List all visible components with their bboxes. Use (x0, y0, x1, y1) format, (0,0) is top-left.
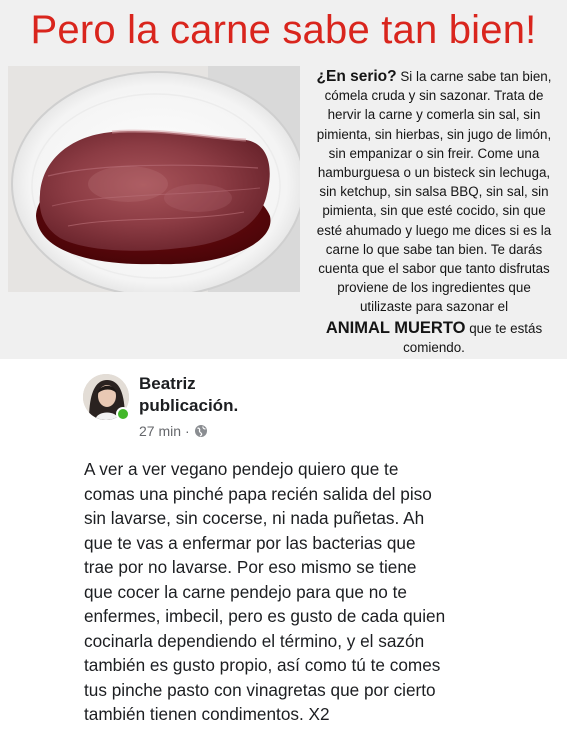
caption-emphasis: ANIMAL MUERTO (325, 318, 466, 337)
caption-line: carne lo que sabe tan bien. Te darás (325, 241, 543, 257)
caption-line: cómela cruda y sin sazonar. Trata de (324, 88, 544, 104)
caption-line: pimienta, sin hierbas, sin jugo de limón… (316, 126, 552, 142)
caption-line: sin ketchup, sin salsa BBQ, sin sal, sin (319, 184, 549, 200)
post-text: A ver a ver vegano pendejo quiero que te… (84, 457, 524, 727)
post-text-line: sin lavarse, sin cocerse, ni nada puñeta… (84, 508, 425, 528)
meta-separator: · (185, 423, 190, 439)
post-text-line: comas una pinché papa recién salida del … (84, 483, 432, 504)
post-text-line: que te vas a enfermar por las bacterias … (84, 532, 416, 553)
post-text-line: que cocer la carne pendejo para que no t… (84, 581, 407, 602)
post-text-line: enfermes, imbecil, pero es gusto de cada… (84, 606, 446, 626)
caption-line: utilizaste para sazonar el (359, 299, 509, 315)
post-author[interactable]: Beatriz publicación. (139, 373, 238, 417)
caption-line-rest: Si la carne sabe tan bien, (396, 69, 552, 84)
caption-lead: ¿En serio? (316, 68, 397, 85)
globe-icon[interactable] (194, 424, 208, 438)
caption-line: comiendo. (403, 339, 465, 355)
post-text-line: también es gusto propio, así como tú te … (84, 655, 441, 675)
caption-line: hamburguesa o un bisteck sin lechuga, (317, 165, 551, 181)
caption-line: esté ahumado y luego me dices si es la (316, 222, 552, 238)
meme-panel: Pero la carne sabe tan bien! ¿En serio? … (0, 0, 567, 359)
author-subtitle: publicación. (139, 396, 239, 415)
author-name[interactable]: Beatriz (139, 373, 238, 395)
caption-emphasis-line: ANIMAL MUERTO que te estás (303, 319, 565, 338)
online-status-dot (116, 407, 130, 421)
caption-line: proviene de los ingredientes que (337, 280, 531, 296)
facebook-post: Beatriz publicación. 27 min · A ver a ve… (0, 359, 567, 741)
avatar[interactable] (83, 374, 130, 421)
caption-line: hervir la carne y comerla sin sal, sin (327, 107, 541, 123)
post-timestamp[interactable]: 27 min (139, 423, 181, 439)
caption-line: pimienta, sin que esté cocido, sin que (322, 203, 546, 219)
meme-title: Pero la carne sabe tan bien! (30, 8, 537, 52)
post-meta: 27 min · (139, 422, 208, 440)
post-text-line: también tienen condimentos. X2 (84, 704, 330, 724)
caption-line: cuenta que el sabor que tanto disfrutas (318, 261, 550, 277)
post-text-line: trae por no lavarse. Por eso mismo se ti… (84, 557, 417, 577)
raw-steak-photo (8, 66, 300, 292)
post-text-line: cocinarla dependiendo el término, y el s… (84, 630, 425, 651)
post-text-line: A ver a ver vegano pendejo quiero que te (84, 459, 399, 479)
post-text-line: tus pinche pasto con vinagretas que por … (84, 679, 436, 700)
caption-emphasis-rest: que te estás (465, 320, 543, 336)
meme-caption: ¿En serio? Si la carne sabe tan bien, có… (303, 67, 565, 357)
caption-line: sin empanizar o sin freir. Come una (328, 145, 540, 161)
caption-line: ¿En serio? Si la carne sabe tan bien, (303, 67, 565, 86)
